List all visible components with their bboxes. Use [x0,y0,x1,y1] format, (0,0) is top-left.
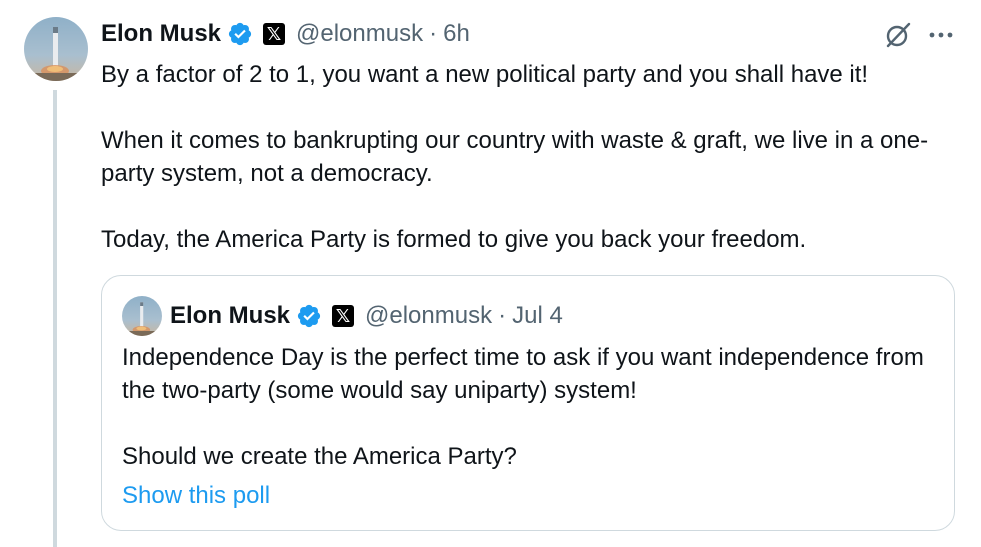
avatar[interactable] [24,17,88,81]
tweet-header: Elon Musk 𝕏 @elonmusk · 6h [101,17,470,51]
grok-icon[interactable] [883,20,913,50]
separator-dot: · [429,20,438,47]
more-options-icon[interactable] [927,25,955,45]
quoted-paragraph: Independence Day is the perfect time to … [122,344,924,404]
x-logo-icon[interactable]: 𝕏 [263,23,286,45]
author-handle[interactable]: @elonmusk [296,17,423,51]
show-poll-link[interactable]: Show this poll [122,479,270,512]
avatar-rocket-image [122,296,162,336]
quoted-author-handle[interactable]: @elonmusk [365,299,492,333]
quoted-timestamp[interactable]: Jul 4 [512,299,563,333]
tweet: Elon Musk 𝕏 @elonmusk · 6h By a factor o… [0,0,981,547]
author-name[interactable]: Elon Musk [101,17,221,51]
quoted-tweet-header: Elon Musk 𝕏 @elonmusk · Jul 4 [170,299,563,333]
avatar-rocket-image [24,17,88,81]
tweet-paragraph: When it comes to bankrupting our country… [101,127,929,187]
separator-dot: · [498,302,507,329]
timestamp[interactable]: 6h [443,17,470,51]
quoted-tweet[interactable]: Elon Musk 𝕏 @elonmusk · Jul 4 Independen… [101,275,955,531]
verified-checkmark-icon[interactable] [296,303,322,329]
x-logo-icon[interactable]: 𝕏 [332,305,355,327]
quoted-tweet-text: Independence Day is the perfect time to … [122,341,932,473]
quoted-paragraph: Should we create the America Party? [122,443,517,470]
quoted-avatar[interactable] [122,296,162,336]
tweet-paragraph: Today, the America Party is formed to gi… [101,226,807,253]
tweet-paragraph: By a factor of 2 to 1, you want a new po… [101,61,869,88]
thread-line [53,90,57,547]
verified-checkmark-icon[interactable] [227,21,253,47]
tweet-text: By a factor of 2 to 1, you want a new po… [101,58,961,256]
quoted-author-name[interactable]: Elon Musk [170,299,290,333]
